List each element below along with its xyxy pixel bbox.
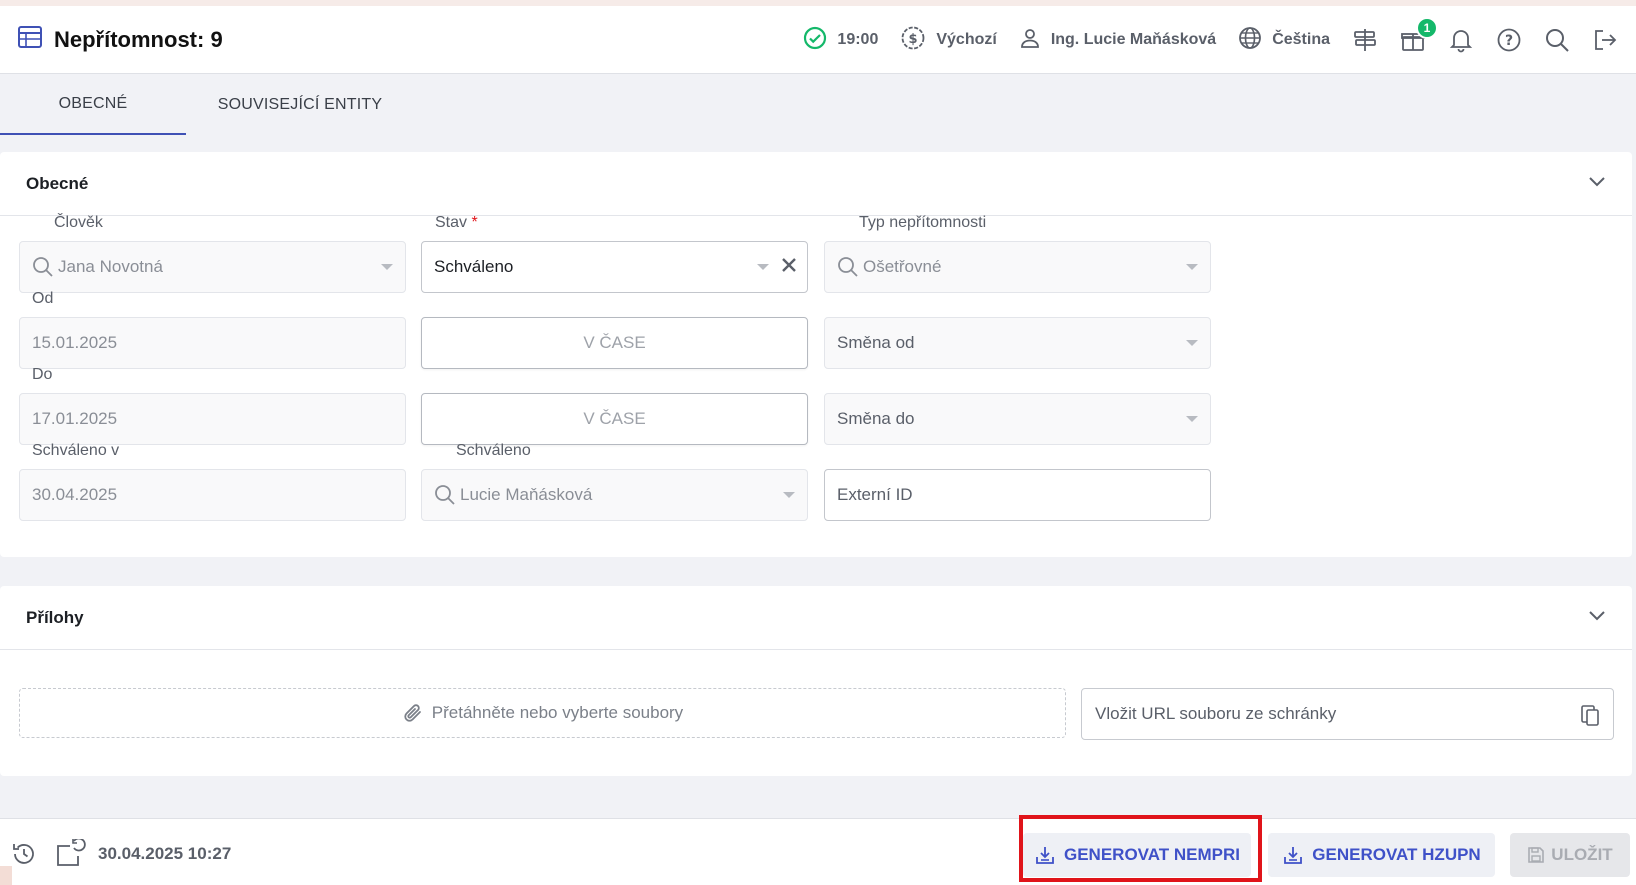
app-header: Nepřítomnost: 9 19:00 $ Výchozí Ing. Luc…	[0, 6, 1636, 74]
header-toolbar: 19:00 $ Výchozí Ing. Lucie Maňásková Češ…	[781, 6, 1618, 74]
general-card-title: Obecné	[26, 173, 89, 193]
person-field[interactable]: Člověk Jana Novotná	[19, 214, 406, 293]
dropdown-caret-icon	[783, 492, 795, 498]
person-label: Člověk	[54, 214, 103, 231]
currency-selector[interactable]: $ Výchozí	[900, 25, 997, 56]
absence-type-value: Ošetřovné	[863, 257, 942, 276]
dropzone-text: Přetáhněte nebo vyberte soubory	[431, 703, 684, 722]
currency-label: Výchozí	[936, 31, 997, 48]
absence-type-field[interactable]: Typ nepřítomnosti Ošetřovné	[824, 214, 1211, 293]
svg-text:?: ?	[1505, 33, 1513, 49]
page-title: Nepřítomnost: 9	[54, 26, 223, 52]
time-label: 19:00	[837, 31, 879, 48]
save-label: ULOŽIT	[1551, 845, 1613, 864]
in-time-from-button[interactable]: V ČASE	[421, 317, 808, 369]
language-label: Čeština	[1272, 31, 1330, 48]
search-icon	[32, 256, 54, 278]
approved-by-label: Schváleno	[456, 442, 531, 459]
help-icon[interactable]: ?	[1496, 27, 1522, 53]
attachments-card: Přílohy	[0, 586, 1632, 776]
save-button[interactable]: ULOŽIT	[1510, 833, 1630, 877]
globe-icon	[1238, 26, 1262, 55]
file-url-placeholder: Vložit URL souboru ze schránky	[1095, 704, 1337, 723]
status-field[interactable]: Stav * Schváleno	[421, 214, 808, 293]
shift-to-placeholder: Směna do	[837, 409, 915, 428]
external-id-placeholder: Externí ID	[837, 485, 913, 504]
gift-icon[interactable]: 1	[1400, 17, 1438, 53]
general-card-header[interactable]: Obecné	[0, 152, 1632, 216]
in-time-to-button[interactable]: V ČASE	[421, 393, 808, 445]
absence-type-label: Typ nepřítomnosti	[859, 214, 987, 231]
corner-marker	[0, 866, 12, 885]
user-name: Ing. Lucie Maňásková	[1050, 31, 1217, 48]
dropdown-caret-icon	[381, 264, 393, 270]
shift-to-field[interactable]: Směna do	[824, 393, 1211, 445]
notification-badge: 1	[1416, 17, 1438, 39]
approved-by-value: Lucie Maňásková	[460, 485, 593, 504]
download-tray-icon	[1282, 844, 1304, 866]
highlight-box	[1019, 815, 1262, 882]
generate-hzupn-label: GENEROVAT HZUPN	[1312, 845, 1481, 864]
clear-icon[interactable]	[781, 257, 797, 278]
paperclip-icon	[402, 702, 424, 724]
file-dropzone[interactable]: Přetáhněte nebo vyberte soubory	[19, 688, 1066, 738]
dropdown-caret-icon[interactable]	[757, 264, 769, 270]
tab-general[interactable]: OBECNÉ	[0, 75, 186, 135]
language-selector[interactable]: Čeština	[1238, 26, 1330, 55]
svg-text:$: $	[909, 32, 918, 47]
table-icon	[18, 26, 42, 53]
dollar-gear-icon: $	[900, 25, 926, 56]
chevron-down-icon[interactable]	[1588, 609, 1606, 627]
file-url-input[interactable]: Vložit URL souboru ze schránky	[1081, 688, 1614, 740]
search-icon	[837, 256, 859, 278]
shift-from-field[interactable]: Směna od	[824, 317, 1211, 369]
generate-hzupn-button[interactable]: GENEROVAT HZUPN	[1268, 833, 1495, 877]
logout-icon[interactable]	[1592, 27, 1618, 53]
tab-related-entities[interactable]: SOUVISEJÍCÍ ENTITY	[186, 75, 414, 135]
page-title-wrap: Nepřítomnost: 9	[0, 26, 223, 53]
attachments-card-header[interactable]: Přílohy	[0, 586, 1632, 650]
history-icon[interactable]	[11, 841, 37, 872]
status-time[interactable]: 19:00	[803, 26, 878, 55]
status-label: Stav *	[435, 214, 478, 231]
approved-at-label: Schváleno v	[32, 442, 120, 459]
last-modified-timestamp: 30.04.2025 10:27	[98, 844, 232, 863]
tab-bar: OBECNÉ SOUVISEJÍCÍ ENTITY	[0, 75, 1636, 135]
check-circle-icon	[803, 26, 827, 55]
user-menu[interactable]: Ing. Lucie Maňásková	[1019, 27, 1216, 54]
status-value: Schváleno	[434, 257, 514, 276]
shift-from-placeholder: Směna od	[837, 333, 915, 352]
approved-by-field[interactable]: Schváleno Lucie Maňásková	[421, 442, 808, 521]
bell-icon[interactable]	[1448, 27, 1474, 53]
search-icon	[434, 484, 456, 506]
user-icon	[1019, 27, 1041, 54]
search-icon[interactable]	[1544, 27, 1570, 53]
external-id-input[interactable]: Externí ID	[824, 469, 1211, 521]
to-label: Do	[32, 366, 53, 383]
attachments-card-title: Přílohy	[26, 607, 84, 627]
footer-bar: 30.04.2025 10:27 GENEROVAT NEMPRI GENERO…	[0, 818, 1636, 885]
paste-icon[interactable]	[1579, 703, 1601, 732]
revert-icon[interactable]	[56, 837, 86, 872]
dropdown-caret-icon	[1186, 264, 1198, 270]
person-value: Jana Novotná	[58, 257, 163, 276]
from-label: Od	[32, 290, 54, 307]
from-value: 15.01.2025	[32, 333, 118, 352]
approved-at-value: 30.04.2025	[32, 485, 118, 504]
chevron-down-icon[interactable]	[1588, 175, 1606, 193]
approved-at-field[interactable]: Schváleno v 30.04.2025	[19, 442, 406, 521]
to-date-field[interactable]: Do 17.01.2025	[19, 366, 406, 445]
from-date-field[interactable]: Od 15.01.2025	[19, 290, 406, 369]
dropdown-caret-icon	[1186, 340, 1198, 346]
signpost-icon[interactable]	[1352, 27, 1378, 53]
to-value: 17.01.2025	[32, 409, 118, 428]
dropdown-caret-icon	[1186, 416, 1198, 422]
save-icon	[1527, 846, 1545, 864]
